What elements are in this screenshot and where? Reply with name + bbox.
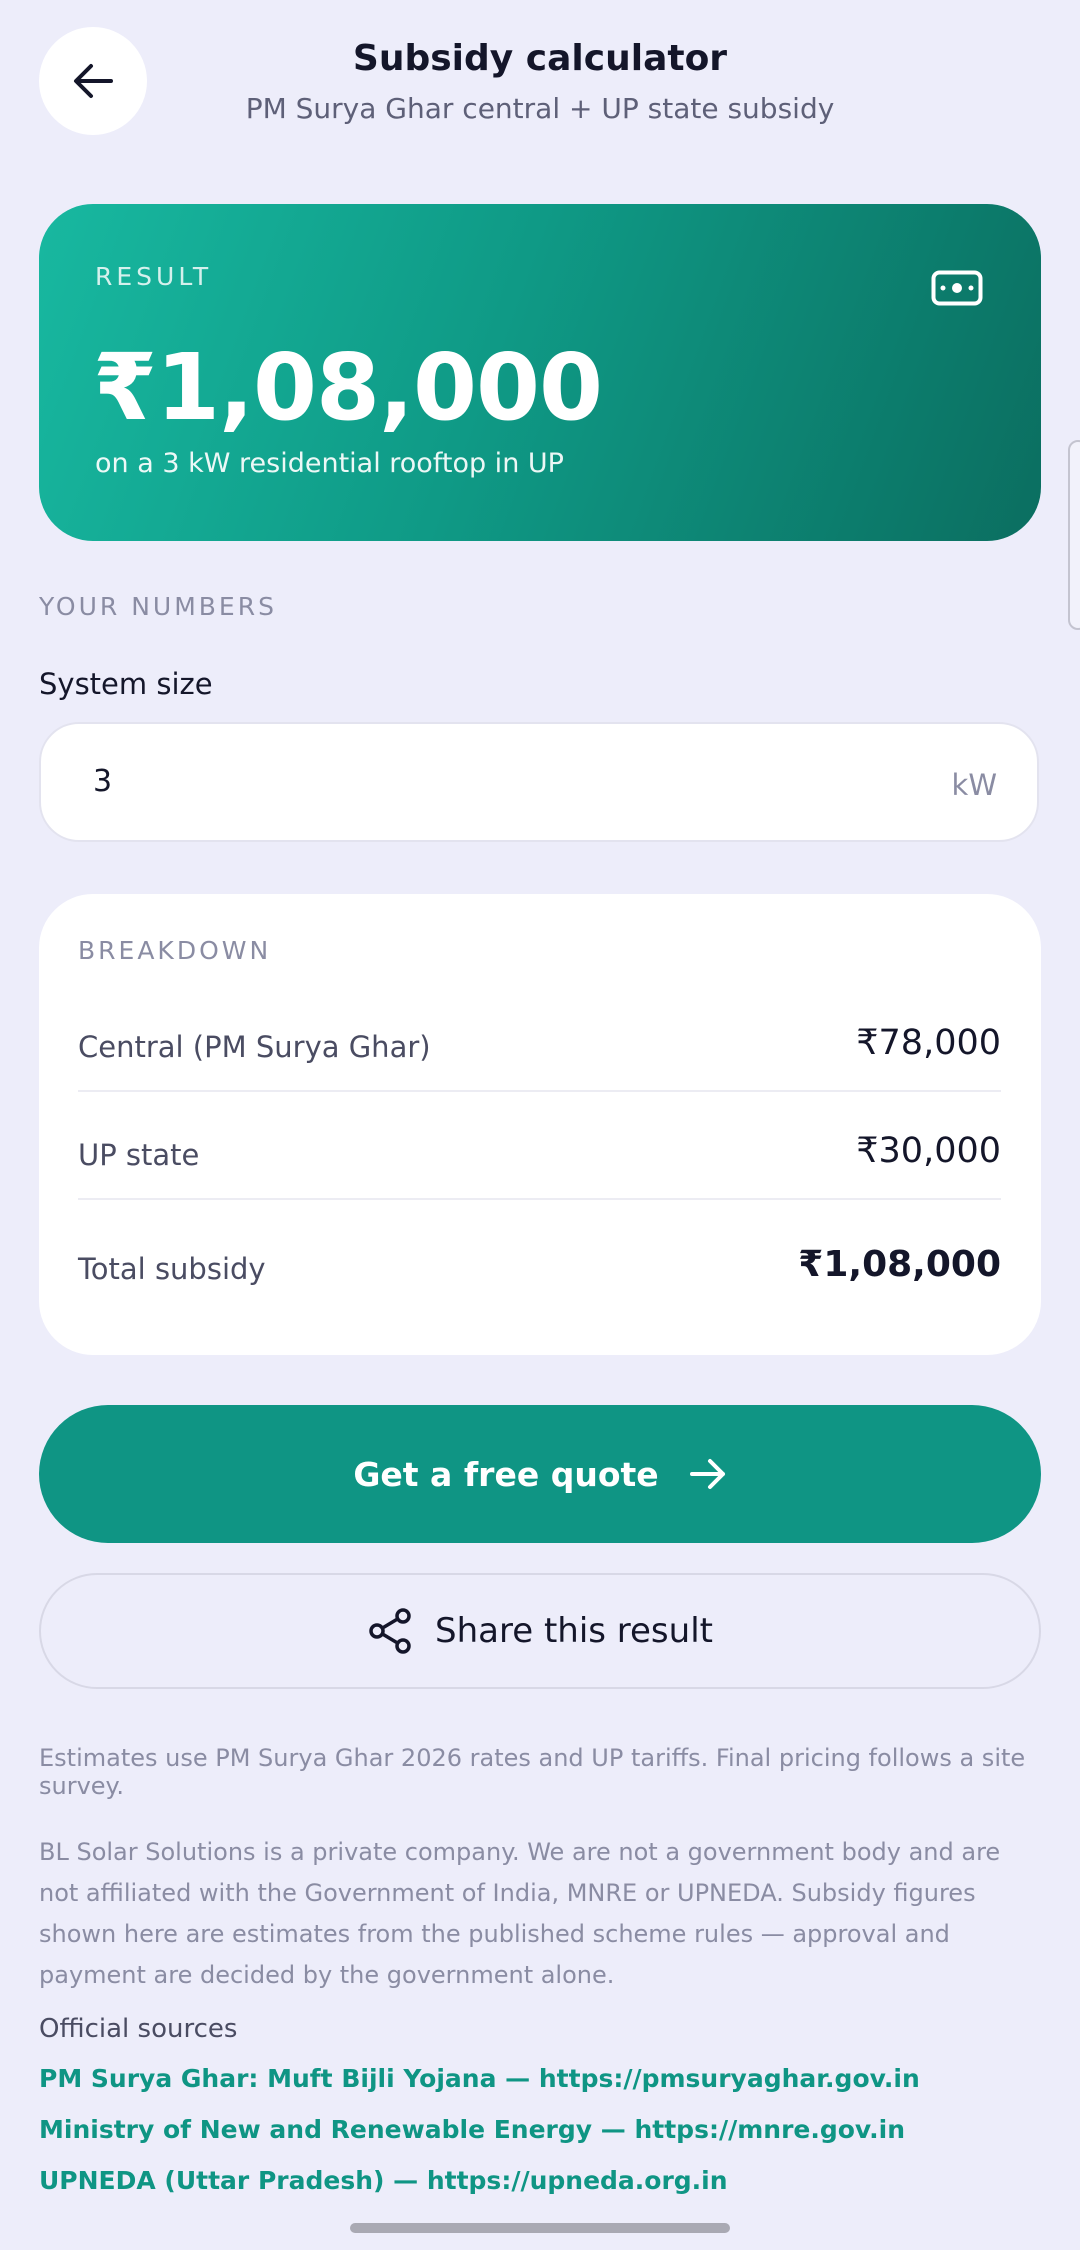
scroll-handle[interactable] [1068,440,1080,630]
disclaimer: BL Solar Solutions is a private company.… [39,1838,1001,1989]
breakdown-row-total: Total subsidy ₹1,08,000 [78,1239,1001,1309]
page-title: Subsidy calculator [352,38,728,79]
home-indicator[interactable] [350,2223,730,2233]
system-size-input[interactable]: 3 kW [39,722,1039,842]
breakdown-row-label: Central (PM Surya Ghar) [78,1030,431,1064]
breakdown-row-central: Central (PM Surya Ghar) ₹78,000 [78,1017,1001,1087]
breakdown-card: BREAKDOWN Central (PM Surya Ghar) ₹78,00… [39,894,1041,1355]
banknote-icon [931,270,983,306]
divider [78,1090,1001,1092]
get-quote-label: Get a free quote [353,1454,659,1494]
arrow-left-icon [74,64,113,98]
source-link-pmsuryaghar[interactable]: PM Surya Ghar: Muft Bijli Yojana — https… [39,2064,920,2093]
get-quote-button[interactable]: Get a free quote [39,1405,1041,1543]
breakdown-title: BREAKDOWN [78,936,272,965]
breakdown-row-state: UP state ₹30,000 [78,1125,1001,1195]
divider [78,1198,1001,1200]
section-label-your-numbers: YOUR NUMBERS [39,592,277,621]
header: Subsidy calculator PM Surya Ghar central… [0,0,1080,170]
source-link-mnre[interactable]: Ministry of New and Renewable Energy — h… [39,2115,905,2144]
result-note: on a 3 kW residential rooftop in UP [95,448,564,479]
result-amount: ₹1,08,000 [93,334,603,441]
arrow-right-icon [689,1459,725,1489]
breakdown-row-value: ₹1,08,000 [798,1244,1001,1285]
breakdown-row-value: ₹78,000 [856,1023,1001,1063]
source-link-upneda[interactable]: UPNEDA (Uttar Pradesh) — https://upneda.… [39,2166,728,2195]
system-size-value[interactable]: 3 [93,764,112,799]
breakdown-row-label: Total subsidy [78,1252,266,1286]
share-button[interactable]: Share this result [39,1573,1041,1689]
share-icon [369,1608,411,1654]
sources-title: Official sources [39,2014,238,2044]
breakdown-row-value: ₹30,000 [856,1131,1001,1171]
system-size-unit: kW [951,768,997,802]
result-card: RESULT ₹1,08,000 on a 3 kW residential r… [39,204,1041,541]
estimate-note: Estimates use PM Surya Ghar 2026 rates a… [39,1744,1026,1800]
share-label: Share this result [435,1611,713,1651]
system-size-label: System size [39,667,213,701]
breakdown-row-label: UP state [78,1138,200,1172]
page-subtitle: PM Surya Ghar central + UP state subsidy [245,92,835,125]
result-label: RESULT [95,262,213,291]
back-button[interactable] [39,27,147,135]
